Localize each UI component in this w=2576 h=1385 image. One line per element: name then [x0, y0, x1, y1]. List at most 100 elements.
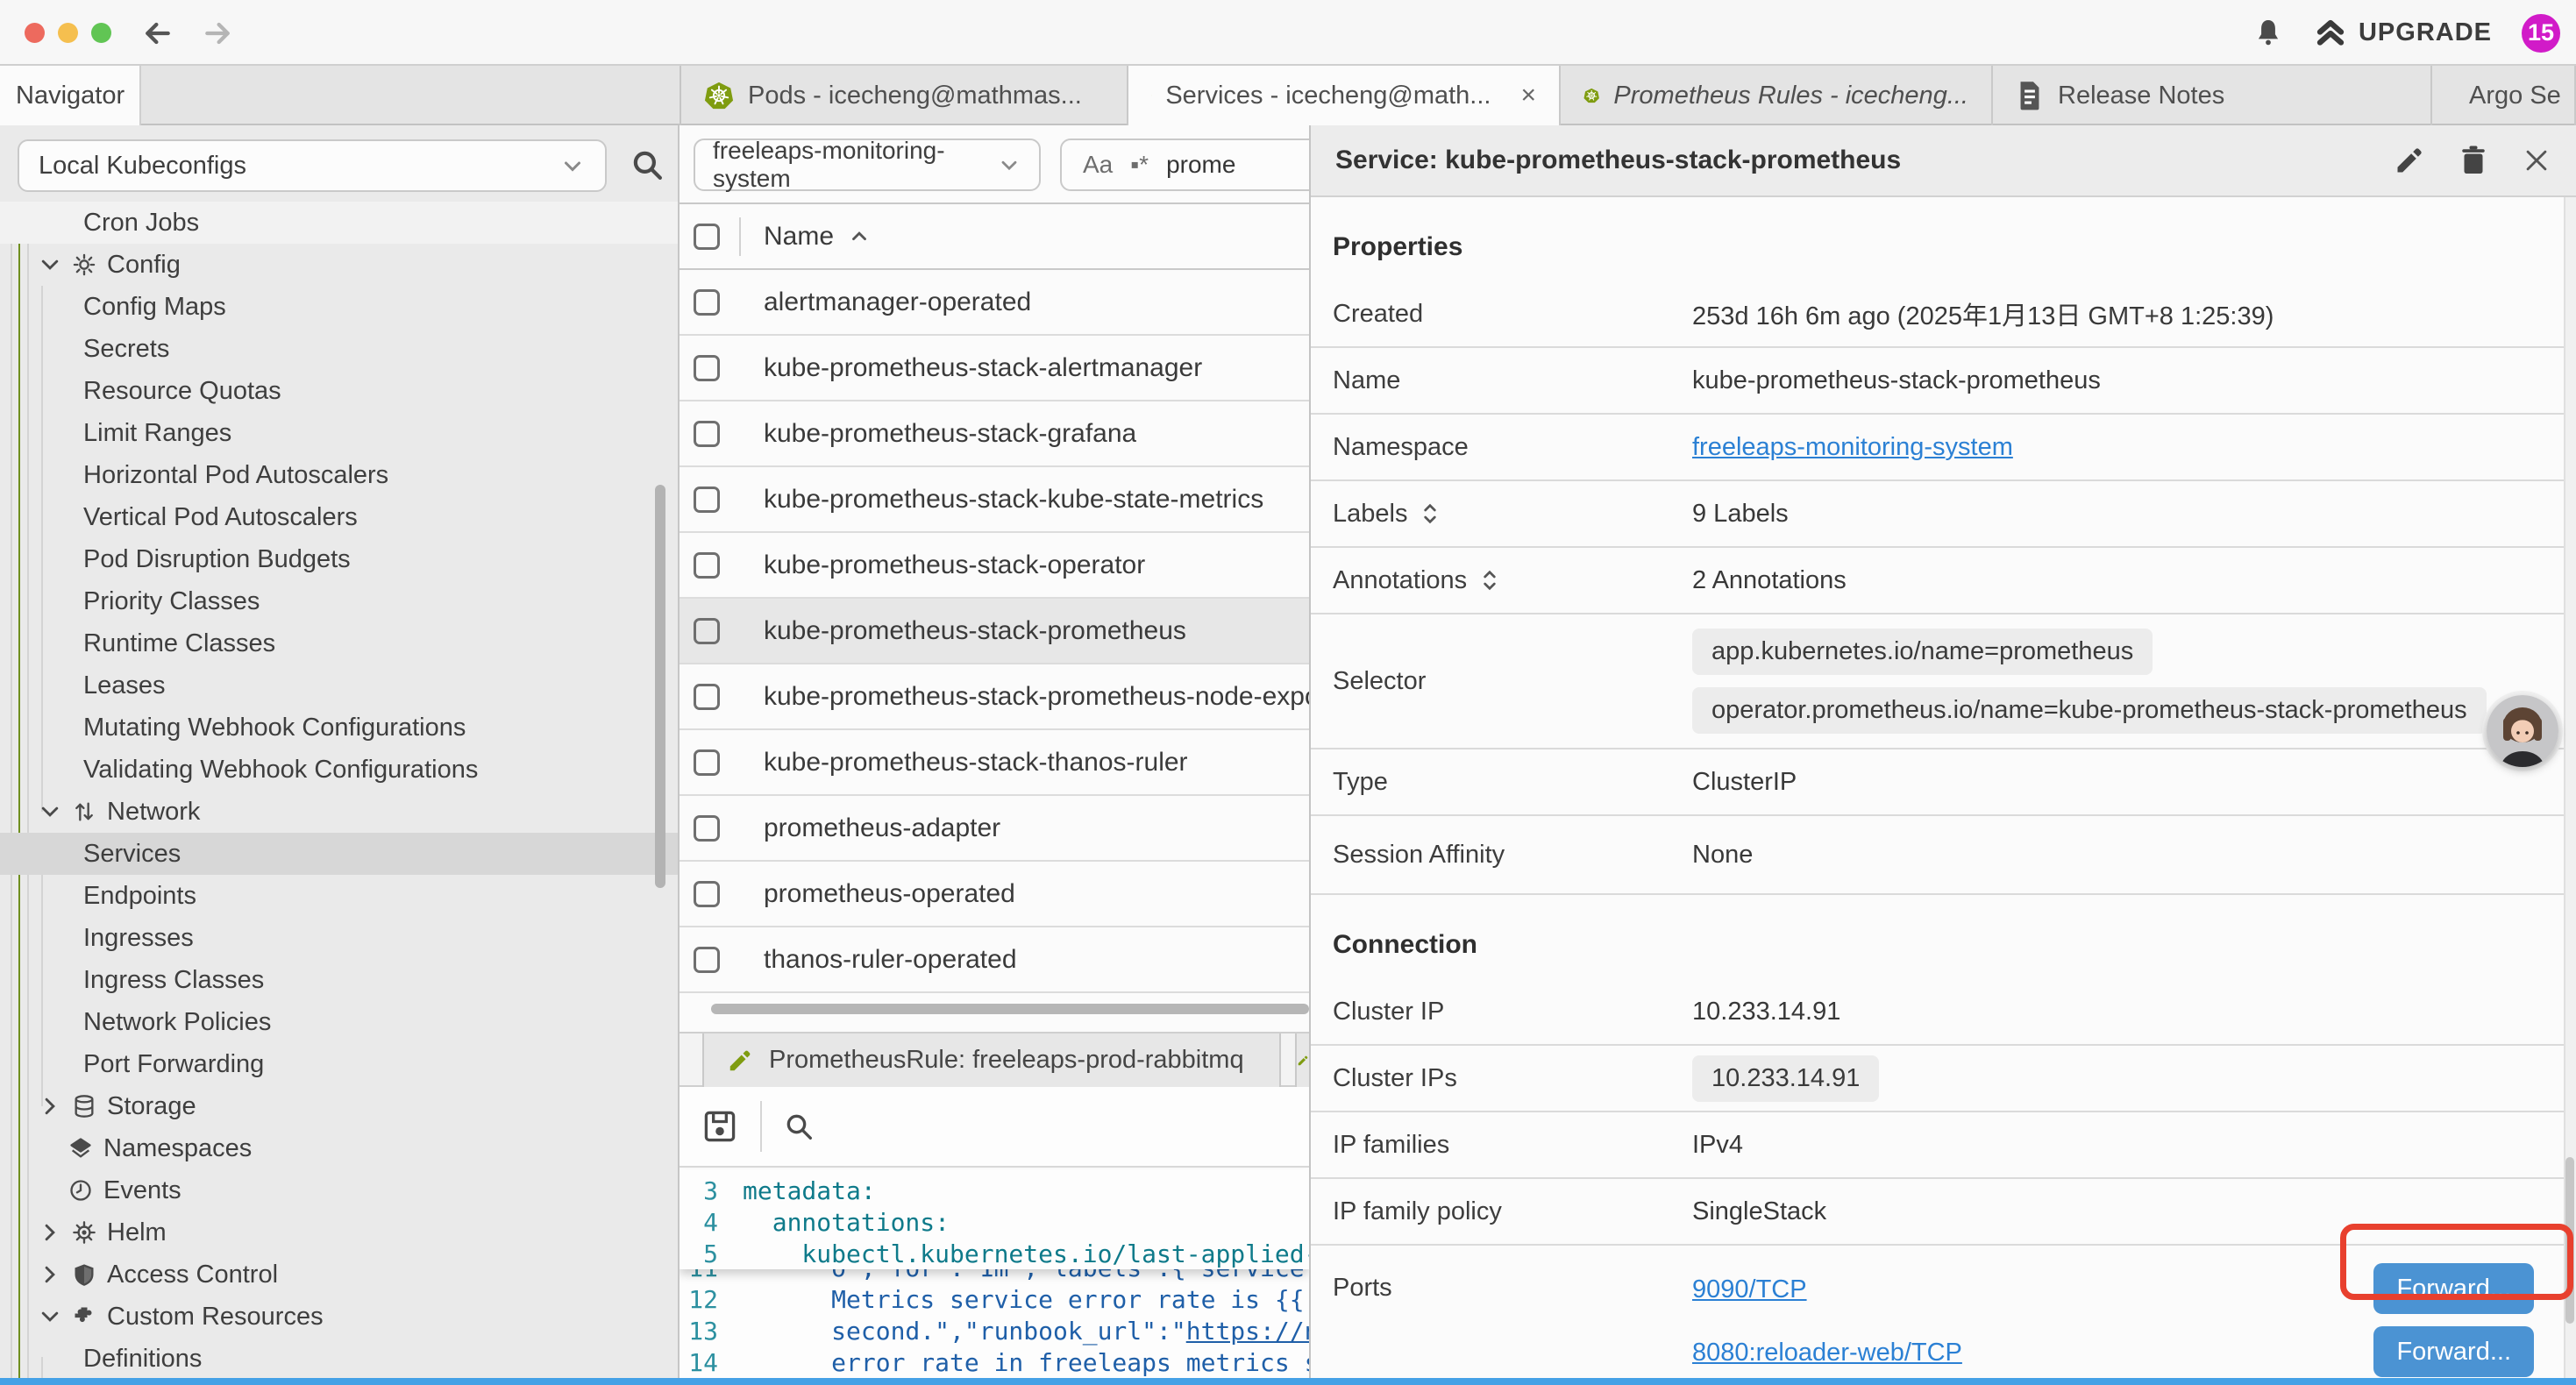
table-row[interactable]: kube-prometheus-stack-prometheus	[680, 599, 1309, 664]
search-icon[interactable]	[629, 146, 665, 183]
row-checkbox[interactable]	[694, 552, 720, 579]
port-link-9090[interactable]: 9090/TCP	[1692, 1275, 1807, 1304]
delete-trash-icon[interactable]	[2459, 145, 2488, 176]
sidebar-item[interactable]: Network Policies	[0, 1001, 678, 1043]
sidebar-item[interactable]: Limit Ranges	[0, 412, 678, 454]
sidebar-item[interactable]: Secrets	[0, 328, 678, 370]
sidebar-item[interactable]: Definitions	[0, 1338, 678, 1380]
table-row[interactable]: kube-prometheus-stack-kube-state-metrics	[680, 467, 1309, 533]
row-checkbox[interactable]	[694, 421, 720, 447]
sidebar-item[interactable]: Services	[0, 833, 678, 875]
expand-collapse-icon[interactable]	[1479, 566, 1500, 594]
row-checkbox[interactable]	[694, 684, 720, 710]
panel-scrollbar[interactable]	[2564, 197, 2576, 1385]
editor-search-icon[interactable]	[781, 1109, 816, 1144]
editor-tab-next[interactable]	[1295, 1033, 1309, 1087]
sidebar-scrollbar[interactable]	[655, 485, 665, 888]
sidebar-item[interactable]: Storage	[0, 1085, 678, 1127]
namespace-link[interactable]: freeleaps-monitoring-system	[1692, 433, 2013, 461]
forward-button[interactable]	[200, 16, 235, 51]
sidebar-item[interactable]: Ingresses	[0, 917, 678, 959]
row-checkbox[interactable]	[694, 355, 720, 381]
selector-label: Selector	[1333, 667, 1692, 696]
tab-services[interactable]: Services - icecheng@math... ×	[1128, 66, 1561, 125]
horizontal-scrollbar[interactable]	[711, 1004, 1309, 1014]
save-icon[interactable]	[701, 1107, 739, 1146]
sidebar-item[interactable]: Network	[0, 791, 678, 833]
sidebar-item[interactable]: Namespaces	[0, 1127, 678, 1169]
sidebar-item[interactable]: Leases	[0, 664, 678, 707]
editor-tab-prometheusrule[interactable]: PrometheusRule: freeleaps-prod-rabbitmq	[702, 1033, 1281, 1087]
tab-pods[interactable]: Pods - icecheng@mathmas...	[681, 66, 1128, 125]
table-row[interactable]: kube-prometheus-stack-prometheus-node-ex…	[680, 664, 1309, 730]
table-row[interactable]: thanos-ruler-operated	[680, 927, 1309, 993]
table-row[interactable]: alertmanager-operated	[680, 270, 1309, 336]
navigator-tab[interactable]: Navigator	[0, 66, 141, 125]
table-row[interactable]: prometheus-operated	[680, 862, 1309, 927]
table-row[interactable]: kube-prometheus-stack-thanos-ruler	[680, 730, 1309, 796]
sidebar-item[interactable]: Validating Webhook Configurations	[0, 749, 678, 791]
namespace-select[interactable]: freeleaps-monitoring-system	[694, 138, 1041, 191]
window-bottom-accent	[0, 1378, 2576, 1385]
sidebar-item[interactable]: Config	[0, 244, 678, 286]
tab-release-notes[interactable]: Release Notes	[1993, 66, 2432, 125]
sidebar-item[interactable]: Events	[0, 1169, 678, 1211]
sidebar-item[interactable]: Mutating Webhook Configurations	[0, 707, 678, 749]
name-column-header[interactable]: Name	[764, 222, 871, 252]
expand-collapse-icon[interactable]	[1420, 500, 1441, 528]
select-all-checkbox[interactable]	[694, 224, 720, 250]
upgrade-button[interactable]: UPGRADE	[2315, 18, 2492, 49]
sidebar-item[interactable]: Access Control	[0, 1254, 678, 1296]
sidebar-item[interactable]: Config Maps	[0, 286, 678, 328]
row-checkbox[interactable]	[694, 881, 720, 907]
row-checkbox[interactable]	[694, 749, 720, 776]
table-row[interactable]: prometheus-adapter	[680, 796, 1309, 862]
match-case-toggle[interactable]: Aa	[1083, 151, 1113, 179]
tab-prometheus-rules[interactable]: Prometheus Rules - icecheng...	[1561, 66, 1993, 125]
line-number: 3	[680, 1176, 743, 1205]
ip-families-label: IP families	[1333, 1131, 1692, 1160]
sidebar-item[interactable]: Horizontal Pod Autoscalers	[0, 454, 678, 496]
forward-button[interactable]: Forward...	[2373, 1326, 2534, 1377]
sidebar-item[interactable]: Custom Resources	[0, 1296, 678, 1338]
panel-scrollbar-thumb[interactable]	[2565, 1157, 2574, 1324]
sort-ascending-icon	[848, 225, 871, 248]
sidebar-item[interactable]: Pod Disruption Budgets	[0, 538, 678, 580]
maximize-window-button[interactable]	[91, 23, 111, 43]
row-checkbox[interactable]	[694, 289, 720, 316]
sidebar-item[interactable]: Port Forwarding	[0, 1043, 678, 1085]
notifications-bell-icon[interactable]	[2252, 17, 2285, 50]
sidebar-item[interactable]: Resource Quotas	[0, 370, 678, 412]
sidebar-item[interactable]: Endpoints	[0, 875, 678, 917]
minimize-window-button[interactable]	[58, 23, 78, 43]
forward-button[interactable]: Forward...	[2373, 1263, 2534, 1314]
close-window-button[interactable]	[25, 23, 45, 43]
sidebar-item[interactable]: Ingress Classes	[0, 959, 678, 1001]
sidebar-item[interactable]: Helm	[0, 1211, 678, 1254]
tab-argo[interactable]: Argo Se	[2432, 66, 2576, 125]
kubeconfig-select[interactable]: Local Kubeconfigs	[18, 139, 607, 192]
sidebar-item[interactable]: Runtime Classes	[0, 622, 678, 664]
name-filter-input[interactable]: Aa ▪* prome	[1060, 138, 1309, 191]
regex-toggle[interactable]: ▪*	[1130, 151, 1149, 179]
user-avatar[interactable]	[2487, 695, 2558, 767]
row-checkbox[interactable]	[694, 487, 720, 513]
port-link-8080[interactable]: 8080:reloader-web/TCP	[1692, 1339, 1962, 1367]
close-tab-icon[interactable]: ×	[1520, 81, 1536, 110]
close-icon[interactable]	[2522, 146, 2551, 175]
back-button[interactable]	[140, 16, 175, 51]
table-row[interactable]: kube-prometheus-stack-grafana	[680, 401, 1309, 467]
table-row[interactable]: kube-prometheus-stack-alertmanager	[680, 336, 1309, 401]
row-checkbox[interactable]	[694, 618, 720, 644]
edit-pencil-icon[interactable]	[2394, 145, 2425, 176]
row-checkbox[interactable]	[694, 947, 720, 973]
yaml-editor[interactable]: 11 o","for":"1m","labels":{"service":" 1…	[680, 1166, 1309, 1385]
sidebar-item[interactable]: Vertical Pod Autoscalers	[0, 496, 678, 538]
sidebar-item[interactable]: Priority Classes	[0, 580, 678, 622]
row-label: prometheus-adapter	[764, 813, 1000, 843]
row-checkbox[interactable]	[694, 815, 720, 842]
notification-count-badge[interactable]: 15	[2522, 14, 2560, 53]
sidebar-item[interactable]: Cron Jobs	[0, 202, 678, 244]
table-row[interactable]: kube-prometheus-stack-operator	[680, 533, 1309, 599]
line-link[interactable]: https://netw	[1186, 1317, 1309, 1346]
